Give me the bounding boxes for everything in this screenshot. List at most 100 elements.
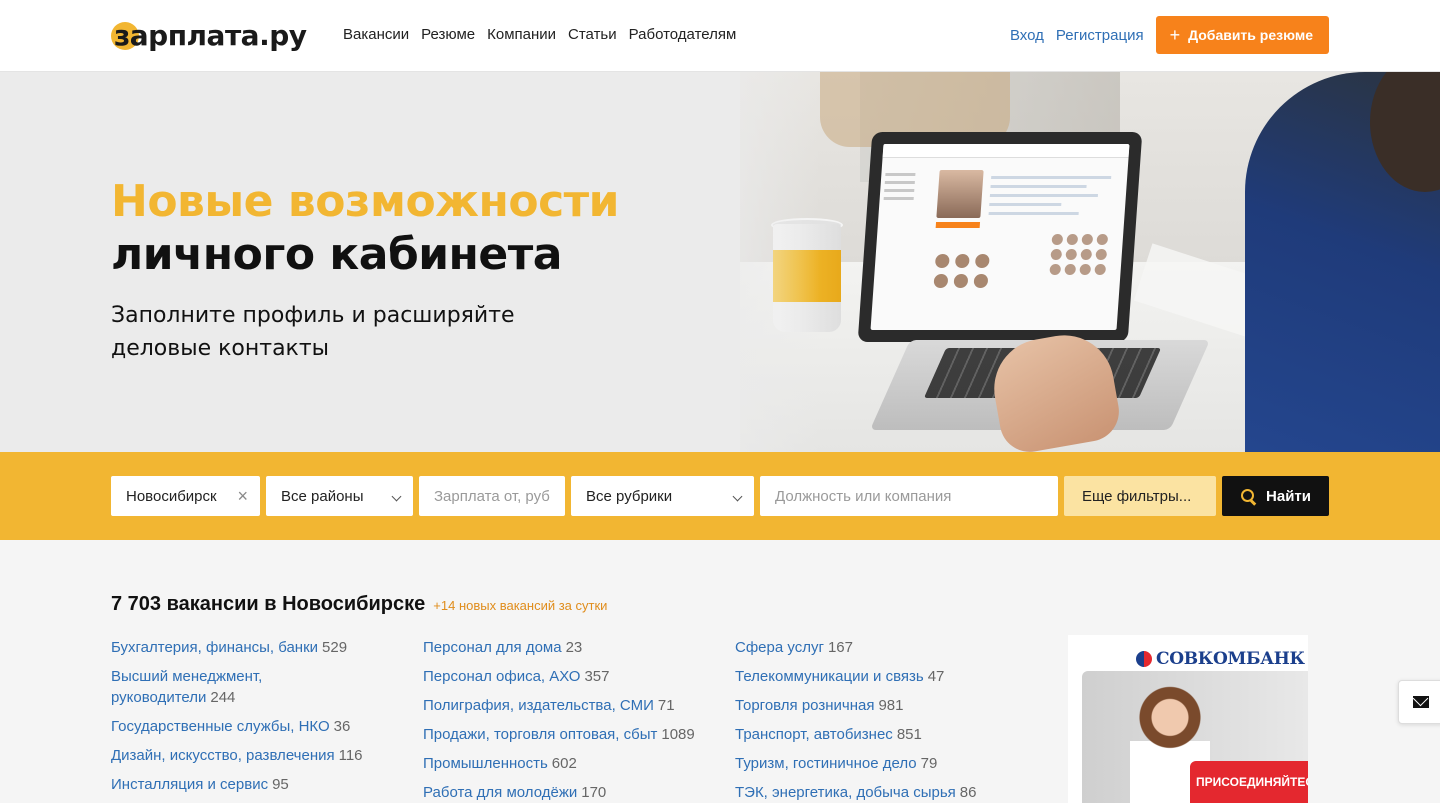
category-link[interactable]: Туризм, гостиничное дело [735,755,917,772]
add-resume-button[interactable]: + Добавить резюме [1155,16,1329,54]
nav-articles[interactable]: Статьи [568,26,617,43]
category-item[interactable]: Транспорт, автобизнес 851 [735,724,1035,745]
ad-photo-sign [1082,693,1095,733]
hero-title: Новые возможности личного кабинета [111,175,620,281]
district-select[interactable]: Все районы [266,476,413,516]
category-item[interactable]: Полиграфия, издательства, СМИ 71 [423,695,723,716]
category-item[interactable]: Государственные службы, НКО 36 [111,716,381,737]
hero-text: Новые возможности личного кабинета Запол… [111,175,620,365]
category-link[interactable]: Бухгалтерия, финансы, банки [111,639,318,656]
main-nav: Вакансии Резюме Компании Статьи Работода… [343,26,736,43]
category-item[interactable]: Сфера услуг 167 [735,637,1035,658]
category-link[interactable]: Персонал офиса, АХО [423,668,580,685]
sovcombank-ad[interactable]: СОВКОМБАНК ПРИСОЕДИНЯЙТЕСЬ [1068,635,1308,803]
category-link[interactable]: ТЭК, энергетика, добыча сырья [735,784,956,801]
auth-links: Вход Регистрация + Добавить резюме [1010,16,1329,54]
category-link[interactable]: Инсталляция и сервис [111,776,268,793]
login-link[interactable]: Вход [1010,27,1044,44]
category-count: 95 [272,776,289,793]
category-link[interactable]: Торговля розничная [735,697,874,714]
nav-resumes[interactable]: Резюме [421,26,475,43]
category-link[interactable]: Продажи, торговля оптовая, сбыт [423,726,657,743]
category-column-1: Бухгалтерия, финансы, банки 529 Высший ме… [111,637,381,803]
add-resume-label: Добавить резюме [1188,27,1313,43]
envelope-icon [1413,696,1429,708]
vacancies-heading: 7 703 вакансии в Новосибирске +14 новых … [111,593,607,616]
site-header: зарплата.ру Вакансии Резюме Компании Ста… [0,0,1440,72]
clear-city-icon[interactable]: × [237,486,248,506]
ad-photo: ПРИСОЕДИНЯЙТЕСЬ [1082,671,1308,803]
category-count: 36 [333,718,351,735]
category-count: 167 [827,639,853,656]
category-link[interactable]: Дизайн, искусство, развлечения [111,747,335,764]
category-count: 71 [657,697,675,714]
find-button[interactable]: Найти [1222,476,1329,516]
salary-input[interactable]: Зарплата от, руб [419,476,565,516]
category-link[interactable]: Телекоммуникации и связь [735,668,924,685]
hero-title-line1: Новые возможности [111,176,620,227]
city-field[interactable]: Новосибирск × [111,476,260,516]
nav-vacancies[interactable]: Вакансии [343,26,409,43]
category-count: 1089 [661,726,695,743]
chevron-down-icon [732,491,743,502]
hero-banner[interactable]: Новые возможности личного кабинета Запол… [0,72,1440,452]
logo-text: зарплата.ру [114,18,307,52]
category-count: 602 [551,755,577,772]
category-link[interactable]: Государственные службы, НКО [111,718,330,735]
nav-companies[interactable]: Компании [487,26,556,43]
new-vacancies-count[interactable]: +14 новых вакансий за сутки [433,598,607,613]
category-item[interactable]: Инсталляция и сервис 95 [111,774,381,795]
category-link[interactable]: Промышленность [423,755,548,772]
category-item[interactable]: Продажи, торговля оптовая, сбыт 1089 [423,724,723,745]
find-label: Найти [1266,487,1311,505]
category-link[interactable]: Полиграфия, издательства, СМИ [423,697,654,714]
search-panel: Новосибирск × Все районы Зарплата от, ру… [0,452,1440,540]
category-item[interactable]: ТЭК, энергетика, добыча сырья 86 [735,782,1035,803]
hero-title-line2: личного кабинета [111,229,562,280]
category-item[interactable]: Туризм, гостиничное дело 79 [735,753,1035,774]
more-filters-label: Еще фильтры... [1082,487,1192,505]
category-link[interactable]: Транспорт, автобизнес [735,726,893,743]
city-value: Новосибирск [126,487,217,505]
hero-fade [700,72,820,452]
category-count: 981 [878,697,904,714]
category-item[interactable]: Бухгалтерия, финансы, банки 529 [111,637,381,658]
category-link[interactable]: Персонал для дома [423,639,562,656]
category-item[interactable]: Промышленность 602 [423,753,723,774]
position-placeholder: Должность или компания [775,487,952,505]
plus-icon: + [1169,25,1181,45]
feedback-mail-button[interactable] [1398,680,1440,724]
category-count: 529 [322,639,348,656]
nav-employers[interactable]: Работодателям [629,26,737,43]
hero-subtitle: Заполните профиль и расширяйте деловые к… [111,303,515,361]
category-link[interactable]: Работа для молодёжи [423,784,577,801]
category-count: 357 [584,668,610,685]
ad-cta: ПРИСОЕДИНЯЙТЕСЬ [1190,761,1308,803]
category-item[interactable]: Телекоммуникации и связь 47 [735,666,1035,687]
category-item[interactable]: Персонал офиса, АХО 357 [423,666,723,687]
category-link[interactable]: Сфера услуг [735,639,824,656]
hero-laptop-ui [870,144,1130,330]
sovcombank-logo: СОВКОМБАНК [1136,649,1305,669]
category-count: 244 [210,689,236,706]
category-count: 170 [581,784,607,801]
category-item[interactable]: Торговля розничная 981 [735,695,1035,716]
category-item[interactable]: Высший менеджмент, руководители 244 [111,666,331,708]
site-logo[interactable]: зарплата.ру [111,18,307,52]
rubric-value: Все рубрики [586,487,673,505]
category-item[interactable]: Персонал для дома 23 [423,637,723,658]
register-link[interactable]: Регистрация [1056,27,1144,44]
district-value: Все районы [281,487,364,505]
search-icon [1240,488,1256,504]
more-filters-button[interactable]: Еще фильтры... [1064,476,1216,516]
position-input[interactable]: Должность или компания [760,476,1058,516]
category-item[interactable]: Дизайн, искусство, развлечения 116 [111,745,381,766]
category-link[interactable]: Высший менеджмент, руководители [111,668,262,706]
category-column-2: Персонал для дома 23 Персонал офиса, АХО 3… [423,637,723,803]
category-column-3: Сфера услуг 167 Телекоммуникации и связь 4… [735,637,1035,803]
category-item[interactable]: Работа для молодёжи 170 [423,782,723,803]
category-count: 851 [896,726,922,743]
category-count: 23 [565,639,583,656]
rubric-select[interactable]: Все рубрики [571,476,754,516]
ad-brand: СОВКОМБАНК [1156,649,1305,669]
